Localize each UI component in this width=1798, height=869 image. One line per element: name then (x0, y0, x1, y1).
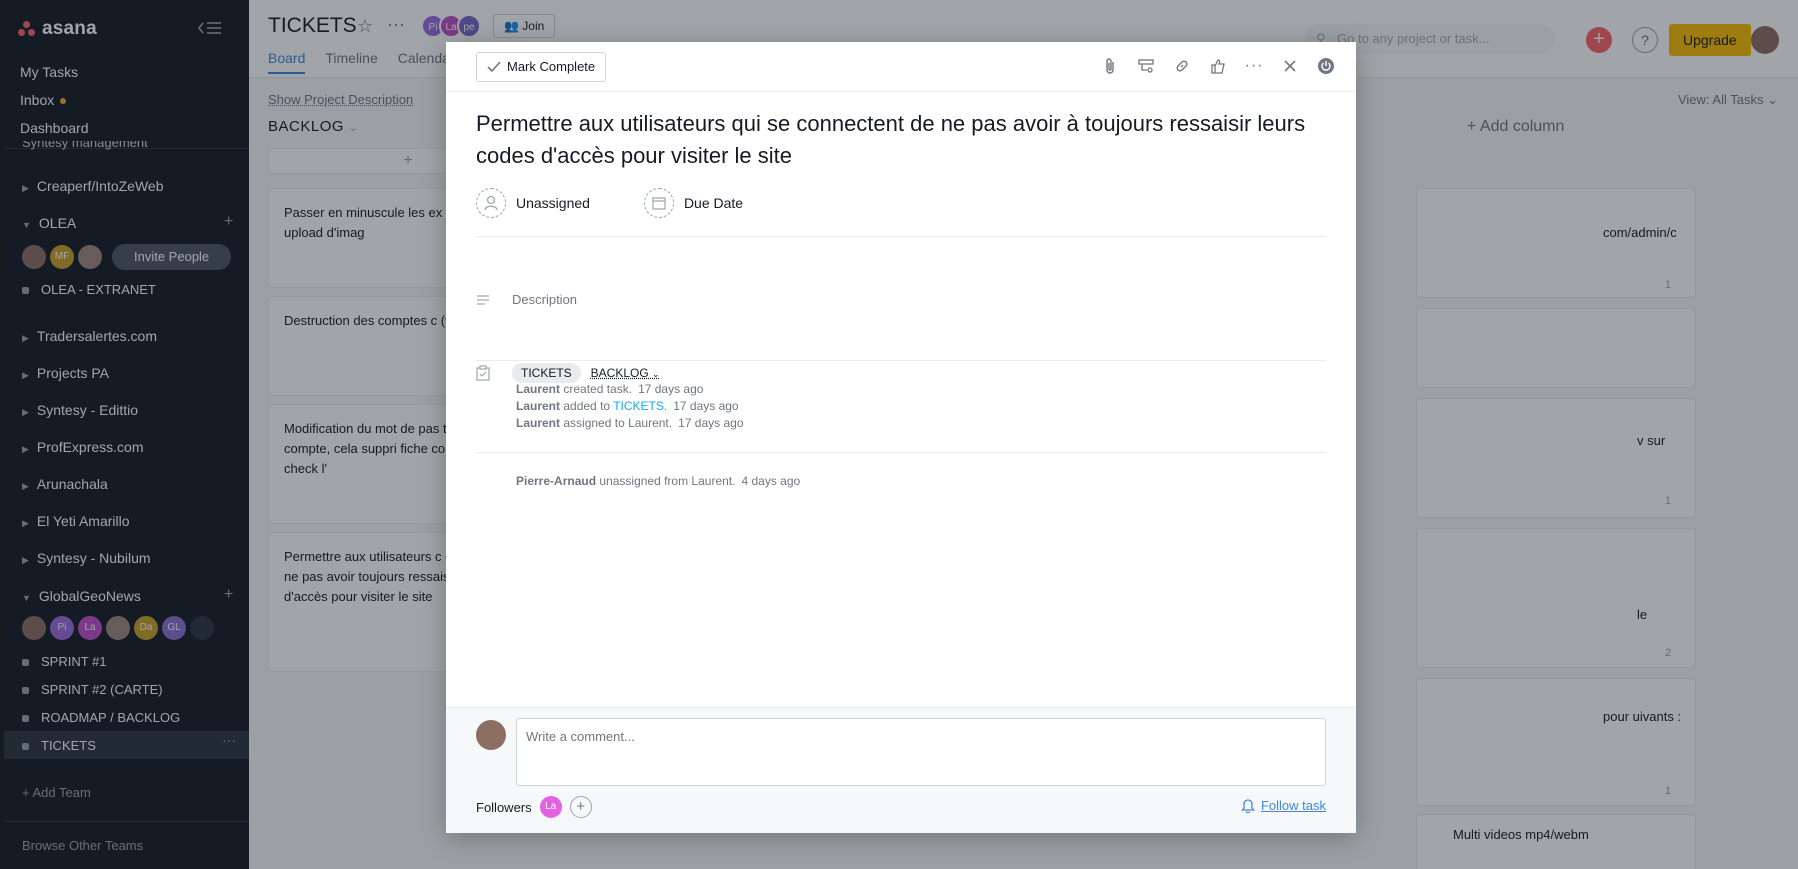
avatar (476, 720, 506, 750)
divider (476, 236, 1326, 237)
like-icon[interactable] (1208, 56, 1228, 76)
due-date-field[interactable]: Due Date (684, 195, 743, 211)
follow-task-button[interactable]: Follow task (1241, 798, 1326, 813)
story-action: added to (563, 399, 611, 413)
clipboard-icon (476, 365, 490, 381)
activity-story: Pierre-Arnaud unassigned from Laurent. 4 … (516, 473, 800, 490)
chevron-down-icon: ⌄ (652, 369, 660, 379)
story-actor[interactable]: Laurent (516, 382, 560, 396)
followers-label: Followers (476, 799, 532, 815)
activity-story: Laurent added to TICKETS. 17 days ago (516, 398, 739, 415)
project-row: TICKETS BACKLOG ⌄ (476, 363, 660, 383)
close-icon[interactable] (1280, 56, 1300, 76)
story-actor[interactable]: Pierre-Arnaud (516, 474, 596, 488)
description-field: Description (512, 292, 578, 307)
activity-story: Laurent assigned to Laurent. 17 days ago (516, 415, 744, 432)
more-icon[interactable]: ··· (1244, 56, 1264, 76)
task-meta-row: Unassigned Due Date (476, 188, 743, 218)
avatar[interactable]: La (539, 796, 562, 818)
link-icon[interactable] (1172, 56, 1192, 76)
story-actor[interactable]: Laurent (516, 416, 560, 430)
check-icon (487, 61, 501, 73)
comment-input[interactable]: Write a comment... (516, 718, 1326, 786)
activity-story: Laurent created task. 17 days ago (516, 381, 703, 398)
divider (476, 452, 1326, 453)
description-icon (477, 294, 489, 305)
followers-row: Followers La + (476, 796, 592, 818)
story-action: unassigned from Laurent. (599, 474, 736, 488)
section-dropdown[interactable]: BACKLOG ⌄ (591, 366, 660, 380)
follow-task-label: Follow task (1260, 798, 1326, 813)
calendar-icon[interactable] (643, 188, 674, 218)
project-pill[interactable]: TICKETS (512, 363, 581, 383)
comment-composer: Write a comment... Followers La + Follow… (446, 707, 1356, 833)
subtask-icon[interactable] (1136, 56, 1156, 76)
story-time: 17 days ago (638, 382, 704, 396)
story-actor[interactable]: Laurent (516, 399, 560, 413)
bell-icon (1241, 799, 1255, 813)
mark-complete-button[interactable]: Mark Complete (476, 52, 607, 82)
task-detail-dialog: Mark Complete ··· Permettre aux utilisat… (446, 42, 1356, 833)
task-toolbar-icons: ··· (1100, 56, 1336, 76)
assignee-field[interactable]: Unassigned (516, 195, 590, 211)
section-label: BACKLOG (590, 366, 649, 380)
story-time: 17 days ago (678, 416, 744, 430)
attachment-icon[interactable] (1100, 56, 1120, 76)
story-action: assigned to Laurent. (563, 416, 673, 430)
task-title[interactable]: Permettre aux utilisateurs qui se connec… (476, 108, 1326, 172)
power-icon[interactable] (1316, 56, 1336, 76)
person-icon[interactable] (476, 188, 506, 218)
task-toolbar: Mark Complete ··· (446, 42, 1356, 92)
add-follower-icon[interactable]: + (569, 796, 592, 818)
story-action: created task. (563, 382, 633, 396)
divider (476, 360, 1326, 361)
story-project-link[interactable]: TICKETS. (613, 399, 667, 413)
description-row[interactable]: Description (476, 292, 577, 307)
story-time: 4 days ago (741, 474, 801, 488)
story-time: 17 days ago (673, 399, 739, 413)
mark-complete-label: Mark Complete (507, 59, 596, 74)
